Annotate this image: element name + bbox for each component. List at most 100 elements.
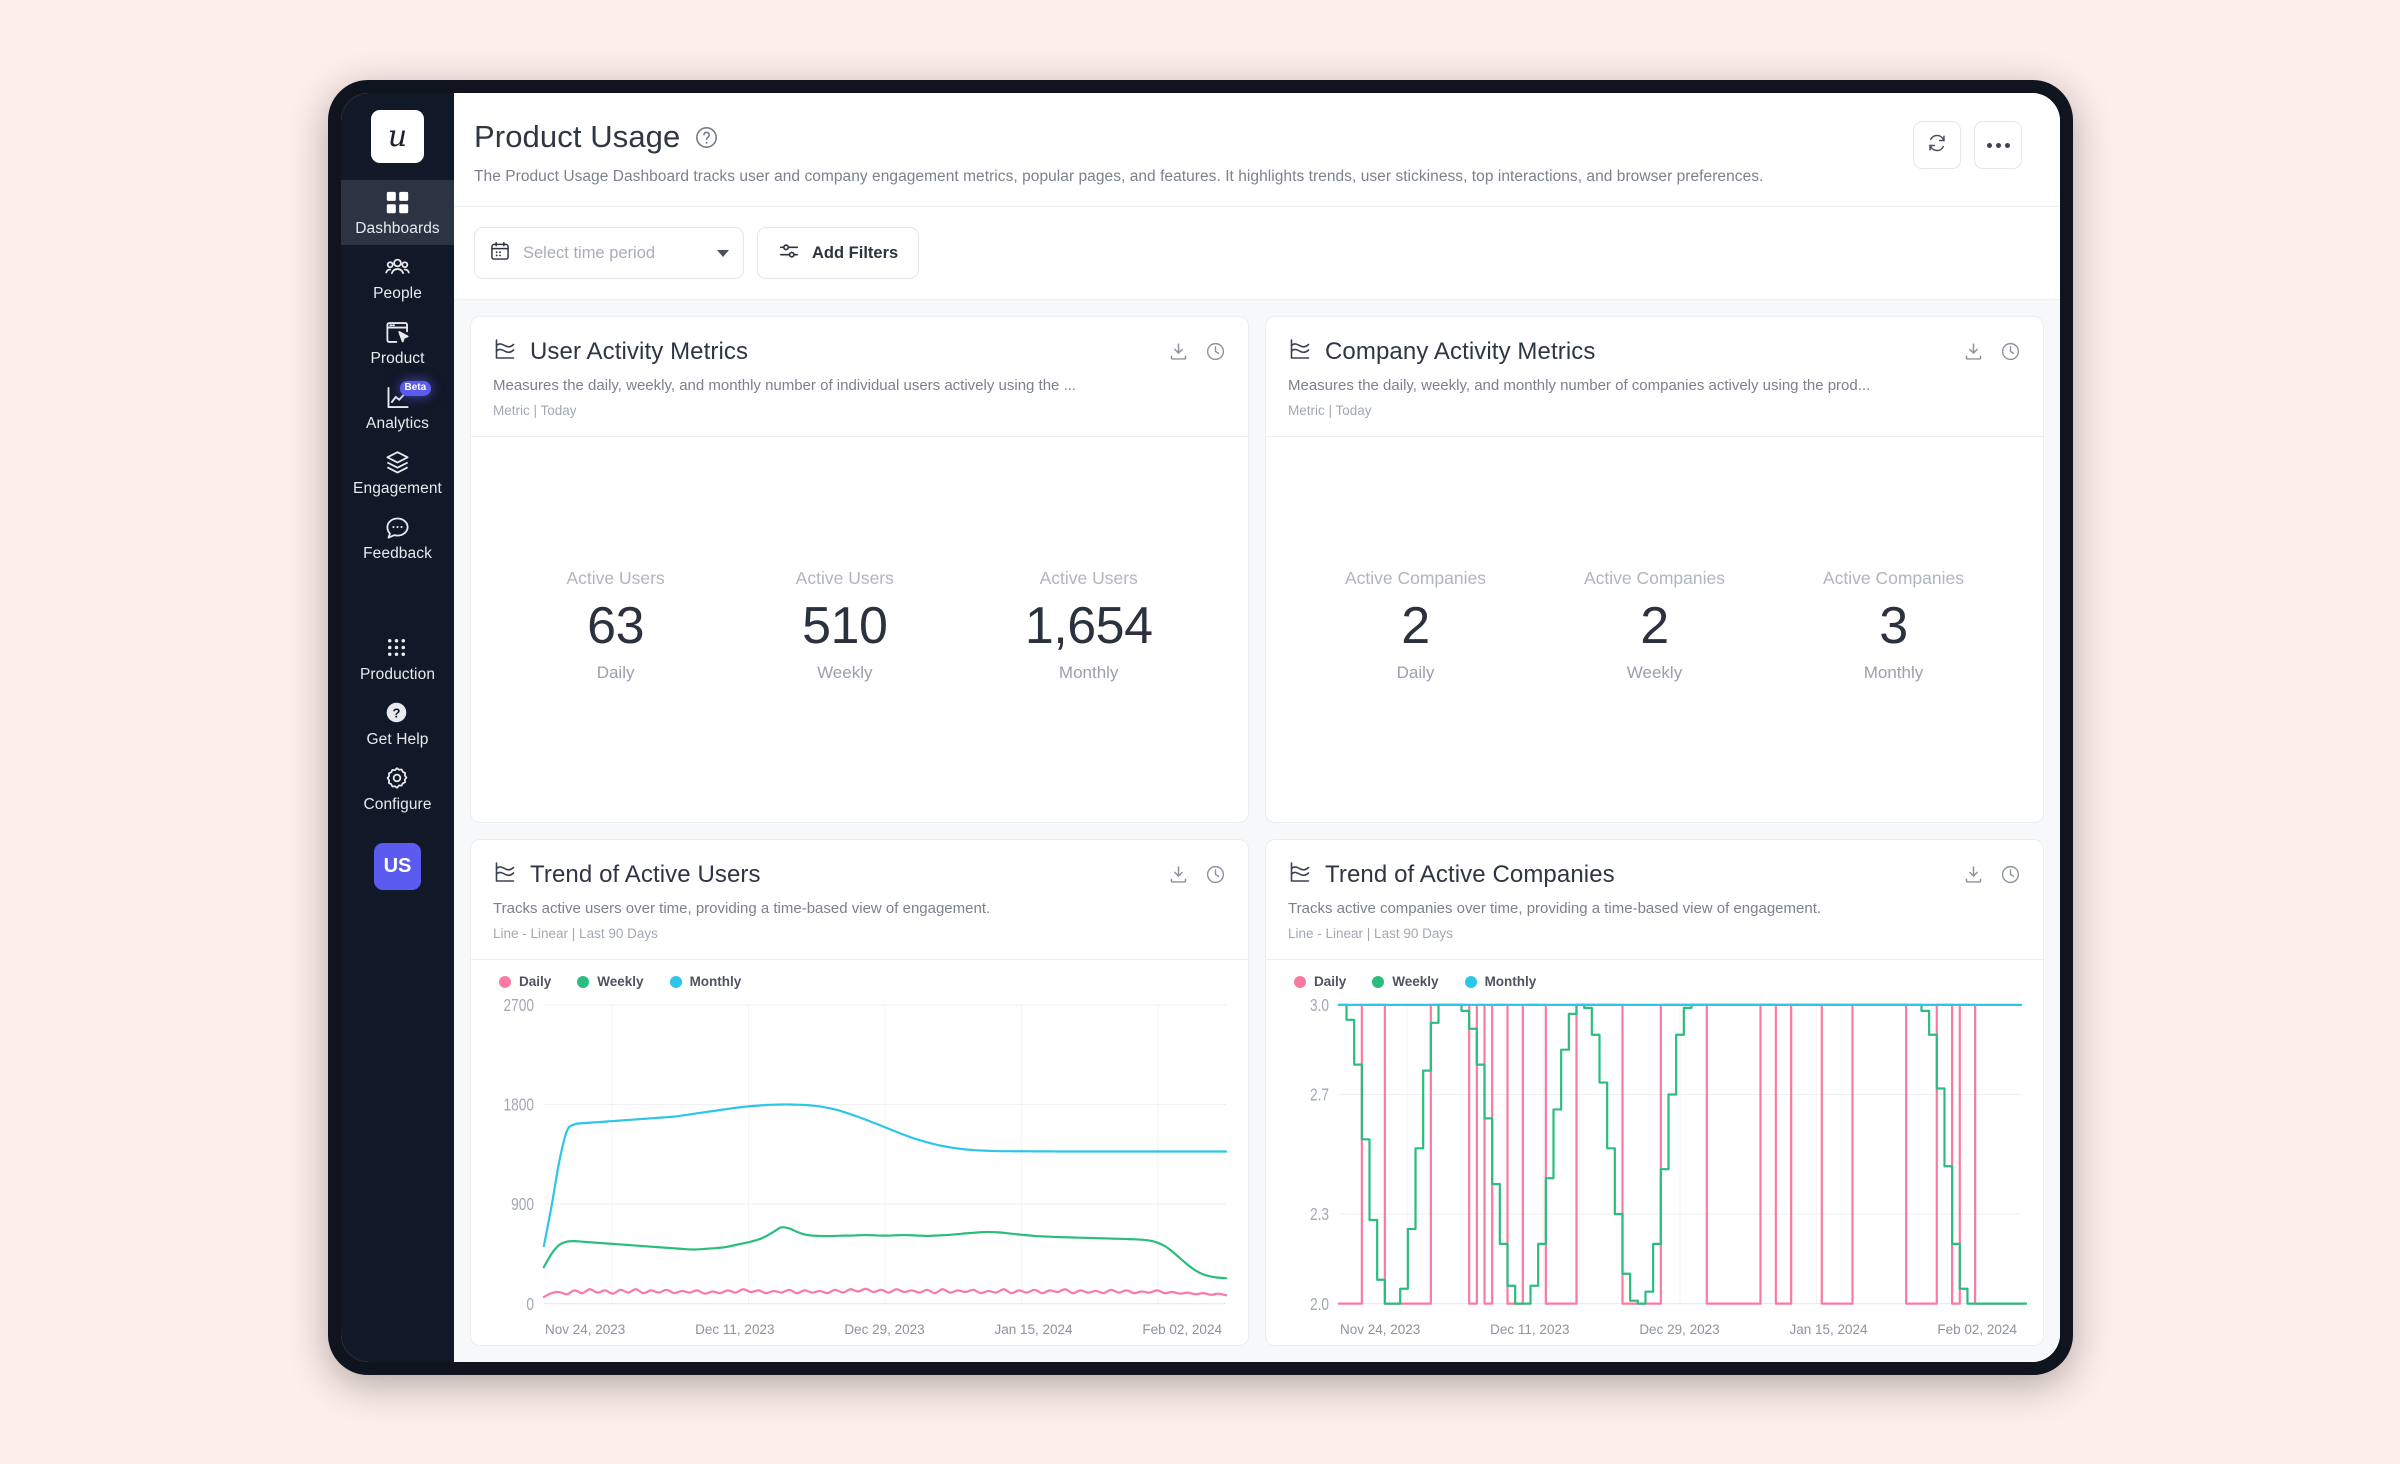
y-tick-label: 1800 bbox=[504, 1096, 535, 1115]
page-subtitle: The Product Usage Dashboard tracks user … bbox=[474, 168, 1764, 185]
metric-body: Active Users 63 Daily Active Users 510 W… bbox=[471, 437, 1248, 822]
add-filters-label: Add Filters bbox=[812, 243, 899, 262]
sidebar-item-engagement[interactable]: Engagement bbox=[341, 440, 454, 505]
download-icon[interactable] bbox=[1963, 864, 1984, 885]
legend-dot bbox=[577, 975, 590, 988]
page-header: Product Usage The Product Usage Dashboar… bbox=[454, 93, 2060, 207]
legend-label: Weekly bbox=[597, 974, 644, 989]
more-options-button[interactable] bbox=[1974, 121, 2022, 169]
time-period-placeholder: Select time period bbox=[523, 243, 656, 262]
sidebar-item-analytics[interactable]: Beta Analytics bbox=[341, 375, 454, 440]
legend-item-daily[interactable]: Daily bbox=[1294, 974, 1346, 989]
legend-item-daily[interactable]: Daily bbox=[499, 974, 551, 989]
metric-monthly: Active Users 1,654 Monthly bbox=[1025, 568, 1153, 683]
sidebar-item-configure[interactable]: Configure bbox=[341, 756, 454, 821]
legend-item-monthly[interactable]: Monthly bbox=[1464, 974, 1537, 989]
layers-icon bbox=[384, 449, 411, 476]
brand-logo-text: u bbox=[387, 119, 408, 154]
app-window: u Dashboards People Product Beta Analyti… bbox=[341, 93, 2060, 1362]
card-title-row: Trend of Active Companies bbox=[1288, 860, 2021, 889]
card-actions bbox=[1168, 341, 1226, 362]
sidebar-item-label: Analytics bbox=[366, 415, 429, 432]
download-icon[interactable] bbox=[1168, 341, 1189, 362]
chat-bubble-icon bbox=[384, 514, 411, 541]
card-trend-of-active-companies: Trend of Active Companies Tracks active … bbox=[1265, 839, 2044, 1346]
add-filters-button[interactable]: Add Filters bbox=[757, 227, 920, 279]
x-tick-label: Dec 11, 2023 bbox=[695, 1322, 775, 1337]
filter-toolbar: Select time period Add Filters bbox=[454, 207, 2060, 300]
card-header: User Activity Metrics Measures the daily… bbox=[471, 317, 1248, 437]
metric-value: 2 bbox=[1401, 597, 1430, 655]
card-title: Trend of Active Companies bbox=[1325, 860, 1615, 888]
legend-label: Monthly bbox=[1484, 974, 1537, 989]
legend-label: Monthly bbox=[689, 974, 742, 989]
beta-badge: Beta bbox=[399, 381, 432, 396]
page-title: Product Usage bbox=[474, 119, 681, 154]
clock-icon[interactable] bbox=[2000, 341, 2021, 362]
sidebar-item-dashboards[interactable]: Dashboards bbox=[341, 180, 454, 245]
main-content: Product Usage The Product Usage Dashboar… bbox=[454, 93, 2060, 1362]
card-description: Tracks active users over time, providing… bbox=[493, 900, 991, 917]
sidebar-item-get-help[interactable]: ? Get Help bbox=[341, 691, 454, 756]
chart-body: Daily Weekly Monthly bbox=[471, 960, 1248, 1345]
metric-period: Weekly bbox=[817, 663, 873, 682]
card-title-row: Company Activity Metrics bbox=[1288, 337, 2021, 366]
chevron-down-icon bbox=[717, 249, 729, 257]
clock-icon[interactable] bbox=[1205, 341, 1226, 362]
download-icon[interactable] bbox=[1963, 341, 1984, 362]
card-header: Company Activity Metrics Measures the da… bbox=[1266, 317, 2043, 437]
clock-icon[interactable] bbox=[1205, 864, 1226, 885]
x-tick-label: Jan 15, 2024 bbox=[1789, 1322, 1868, 1337]
metric-period: Monthly bbox=[1058, 663, 1119, 682]
sidebar-item-label: Engagement bbox=[353, 480, 442, 497]
legend-item-weekly[interactable]: Weekly bbox=[577, 974, 644, 989]
time-period-select[interactable]: Select time period bbox=[474, 227, 744, 279]
metric-name: Active Companies bbox=[1822, 568, 1965, 588]
metric-period: Daily bbox=[1396, 663, 1435, 682]
brand-logo[interactable]: u bbox=[371, 110, 424, 163]
chart-plot-area[interactable]: 0 900 1800 2700 bbox=[487, 995, 1232, 1316]
card-meta: Line - Linear | Last 90 Days bbox=[1288, 926, 1453, 941]
card-description: Tracks active companies over time, provi… bbox=[1288, 900, 1822, 917]
metric-value: 63 bbox=[587, 597, 645, 655]
refresh-button[interactable] bbox=[1913, 121, 1961, 169]
line-chart-icon bbox=[1288, 337, 1312, 366]
question-circle-icon[interactable] bbox=[694, 125, 719, 150]
legend-item-weekly[interactable]: Weekly bbox=[1372, 974, 1439, 989]
device-frame: u Dashboards People Product Beta Analyti… bbox=[328, 80, 2073, 1375]
sidebar-item-label: Configure bbox=[363, 796, 432, 813]
grid-squares-icon bbox=[384, 189, 411, 216]
chart-body: Daily Weekly Monthly bbox=[1266, 960, 2043, 1345]
sidebar-item-production[interactable]: Production bbox=[341, 626, 454, 691]
legend-label: Weekly bbox=[1392, 974, 1439, 989]
y-tick-label: 2.7 bbox=[1310, 1086, 1329, 1105]
line-chart-icon bbox=[493, 337, 517, 366]
people-icon bbox=[384, 254, 411, 281]
line-chart-icon bbox=[1288, 860, 1312, 889]
x-tick-label: Dec 11, 2023 bbox=[1490, 1322, 1570, 1337]
chart-plot-area[interactable]: 2.0 2.3 2.7 3.0 bbox=[1282, 995, 2027, 1316]
y-tick-label: 2.0 bbox=[1310, 1295, 1329, 1314]
download-icon[interactable] bbox=[1168, 864, 1189, 885]
y-tick-label: 2700 bbox=[504, 997, 535, 1016]
line-chart-icon bbox=[493, 860, 517, 889]
card-meta: Metric | Today bbox=[1288, 403, 1372, 418]
sidebar-item-feedback[interactable]: Feedback bbox=[341, 505, 454, 570]
sidebar-item-label: Feedback bbox=[363, 545, 432, 562]
avatar[interactable]: US bbox=[374, 843, 421, 890]
dot-grid-icon bbox=[384, 635, 411, 662]
sidebar-item-product[interactable]: Product bbox=[341, 310, 454, 375]
y-tick-label: 900 bbox=[511, 1196, 534, 1215]
legend-item-monthly[interactable]: Monthly bbox=[669, 974, 742, 989]
card-title-row: User Activity Metrics bbox=[493, 337, 1226, 366]
legend-label: Daily bbox=[1314, 974, 1347, 989]
card-company-activity-metrics: Company Activity Metrics Measures the da… bbox=[1265, 316, 2044, 823]
clock-icon[interactable] bbox=[2000, 864, 2021, 885]
legend-label: Daily bbox=[519, 974, 552, 989]
metric-period: Daily bbox=[596, 663, 635, 682]
card-meta: Metric | Today bbox=[493, 403, 577, 418]
legend-dot bbox=[499, 975, 511, 988]
legend-dot bbox=[1294, 975, 1306, 988]
sidebar-item-people[interactable]: People bbox=[341, 245, 454, 310]
sliders-icon bbox=[778, 240, 800, 267]
